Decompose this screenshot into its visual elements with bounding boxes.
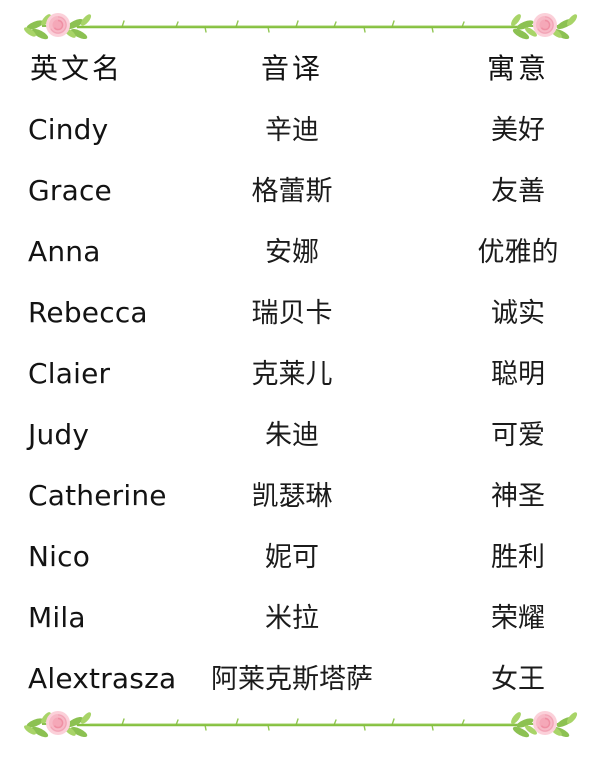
- cell-meaning: 荣耀: [491, 603, 545, 633]
- rose-flourish-right: [511, 13, 578, 40]
- cell-meaning: 美好: [491, 115, 545, 145]
- table-row: Claier 克莱儿 聪明: [0, 352, 600, 413]
- cell-transliteration: 格蕾斯: [251, 176, 333, 206]
- vine-line-icon: [76, 20, 524, 33]
- cell-transliteration: 安娜: [265, 237, 319, 267]
- cell-english-name: Mila: [28, 601, 86, 634]
- rose-icon: [46, 711, 70, 735]
- cell-english-name: Judy: [28, 418, 90, 451]
- cell-english-name: Claier: [28, 357, 111, 390]
- table-row: Nico 妮可 胜利: [0, 535, 600, 596]
- floral-divider-bottom: [0, 706, 600, 740]
- cell-transliteration: 瑞贝卡: [251, 298, 333, 328]
- rose-icon: [533, 711, 557, 735]
- cell-english-name: Rebecca: [28, 296, 148, 329]
- cell-meaning: 女王: [491, 664, 545, 694]
- cell-meaning: 诚实: [491, 298, 545, 328]
- rose-flourish-right: [511, 711, 578, 738]
- table-header-row: 英文名 音译 寓意: [0, 48, 600, 109]
- cell-transliteration: 阿莱克斯塔萨: [211, 664, 373, 694]
- cell-transliteration: 辛迪: [265, 115, 319, 145]
- floral-divider-top: [0, 8, 600, 42]
- cell-transliteration: 克莱儿: [251, 359, 333, 389]
- table-row: Grace 格蕾斯 友善: [0, 169, 600, 230]
- rose-icon: [46, 13, 70, 37]
- rose-icon: [533, 13, 557, 37]
- cell-transliteration: 凯瑟琳: [251, 481, 333, 511]
- cell-transliteration: 妮可: [265, 542, 319, 572]
- cell-english-name: Anna: [28, 235, 101, 268]
- cell-english-name: Catherine: [28, 479, 167, 512]
- column-header-transliteration: 音译: [260, 54, 323, 85]
- cell-meaning: 神圣: [491, 481, 545, 511]
- cell-english-name: Grace: [28, 174, 112, 207]
- cell-meaning: 胜利: [491, 542, 545, 572]
- table-row: Mila 米拉 荣耀: [0, 596, 600, 657]
- cell-meaning: 可爱: [491, 420, 545, 450]
- table-row: Catherine 凯瑟琳 神圣: [0, 474, 600, 535]
- cell-meaning: 聪明: [491, 359, 545, 389]
- table-row: Anna 安娜 优雅的: [0, 230, 600, 291]
- cell-english-name: Nico: [28, 540, 91, 573]
- table-row: Rebecca 瑞贝卡 诚实: [0, 291, 600, 352]
- column-header-english-name: 英文名: [30, 54, 124, 85]
- column-header-meaning: 寓意: [486, 54, 549, 85]
- cell-meaning: 友善: [491, 176, 545, 206]
- cell-transliteration: 米拉: [265, 603, 319, 633]
- vine-line-icon: [76, 718, 524, 731]
- table-row: Judy 朱迪 可爱: [0, 413, 600, 474]
- cell-meaning: 优雅的: [477, 237, 559, 267]
- table-row: Cindy 辛迪 美好: [0, 108, 600, 169]
- cell-transliteration: 朱迪: [265, 420, 319, 450]
- cell-english-name: Cindy: [28, 113, 109, 146]
- cell-english-name: Alextrasza: [28, 662, 177, 695]
